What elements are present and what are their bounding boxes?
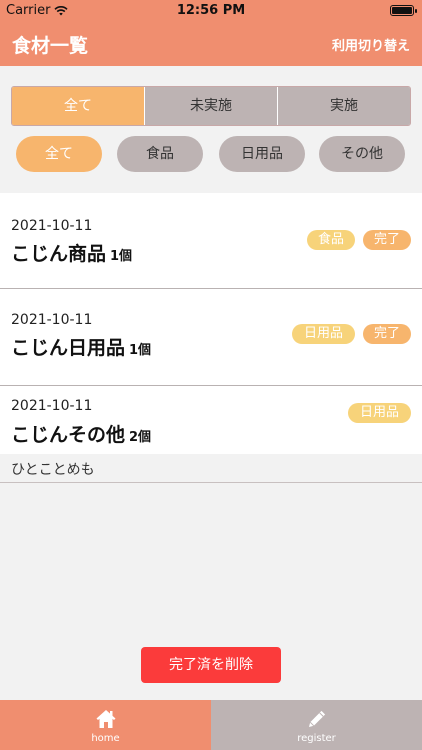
battery-icon <box>390 5 417 16</box>
memo-divider <box>0 482 422 483</box>
usage-switch-button[interactable]: 利用切り替え <box>332 35 410 54</box>
category-tag: 食品 <box>307 230 355 250</box>
category-other-button[interactable]: その他 <box>319 136 405 172</box>
home-icon <box>96 710 115 728</box>
category-all-button[interactable]: 全て <box>16 136 102 172</box>
item-quantity: 1個 <box>129 343 152 358</box>
category-tag: 日用品 <box>292 324 355 344</box>
category-tag: 日用品 <box>348 403 411 423</box>
item-name: こじんその他 2個 <box>11 420 151 447</box>
segment-not-done[interactable]: 未実施 <box>145 87 278 125</box>
status-tag: 完了 <box>363 324 411 344</box>
status-time: 12:56 PM <box>176 3 246 18</box>
status-segmented-control: 全て 未実施 実施 <box>11 86 411 126</box>
delete-completed-button[interactable]: 完了済を削除 <box>141 647 281 683</box>
memo-text: ひとことめも <box>11 462 95 478</box>
item-date: 2021-10-11 <box>11 398 93 414</box>
list-item[interactable]: 2021-10-11 こじん日用品 1個 日用品 完了 <box>0 289 422 385</box>
tab-bar: home register <box>0 700 422 750</box>
item-name-text: こじん日用品 <box>11 337 126 359</box>
status-bar: Carrier 12:56 PM <box>0 0 422 22</box>
segment-all[interactable]: 全て <box>12 87 145 125</box>
tab-home[interactable]: home <box>0 700 211 750</box>
pencil-icon <box>308 710 325 727</box>
item-name-text: こじん商品 <box>11 243 107 265</box>
page-title: 食材一覧 <box>12 35 89 57</box>
category-filter: 全て 食品 日用品 その他 <box>0 136 422 174</box>
item-quantity: 1個 <box>110 249 133 264</box>
item-date: 2021-10-11 <box>11 312 93 328</box>
category-daily-goods-button[interactable]: 日用品 <box>219 136 305 172</box>
nav-bar: 食材一覧 利用切り替え <box>0 22 422 66</box>
item-name-text: こじんその他 <box>11 424 126 446</box>
category-food-button[interactable]: 食品 <box>117 136 203 172</box>
item-date: 2021-10-11 <box>11 218 93 234</box>
status-tag: 完了 <box>363 230 411 250</box>
item-name: こじん商品 1個 <box>11 239 132 266</box>
list-item[interactable]: 2021-10-11 こじん商品 1個 食品 完了 <box>0 193 422 288</box>
list-item[interactable]: 2021-10-11 こじんその他 2個 日用品 <box>0 386 422 454</box>
tab-register-label: register <box>297 733 336 744</box>
tab-register[interactable]: register <box>211 700 422 750</box>
item-name: こじん日用品 1個 <box>11 333 151 360</box>
tab-home-label: home <box>91 733 120 744</box>
item-quantity: 2個 <box>129 430 152 445</box>
segment-done[interactable]: 実施 <box>278 87 410 125</box>
memo-field[interactable]: ひとことめも <box>0 454 422 482</box>
